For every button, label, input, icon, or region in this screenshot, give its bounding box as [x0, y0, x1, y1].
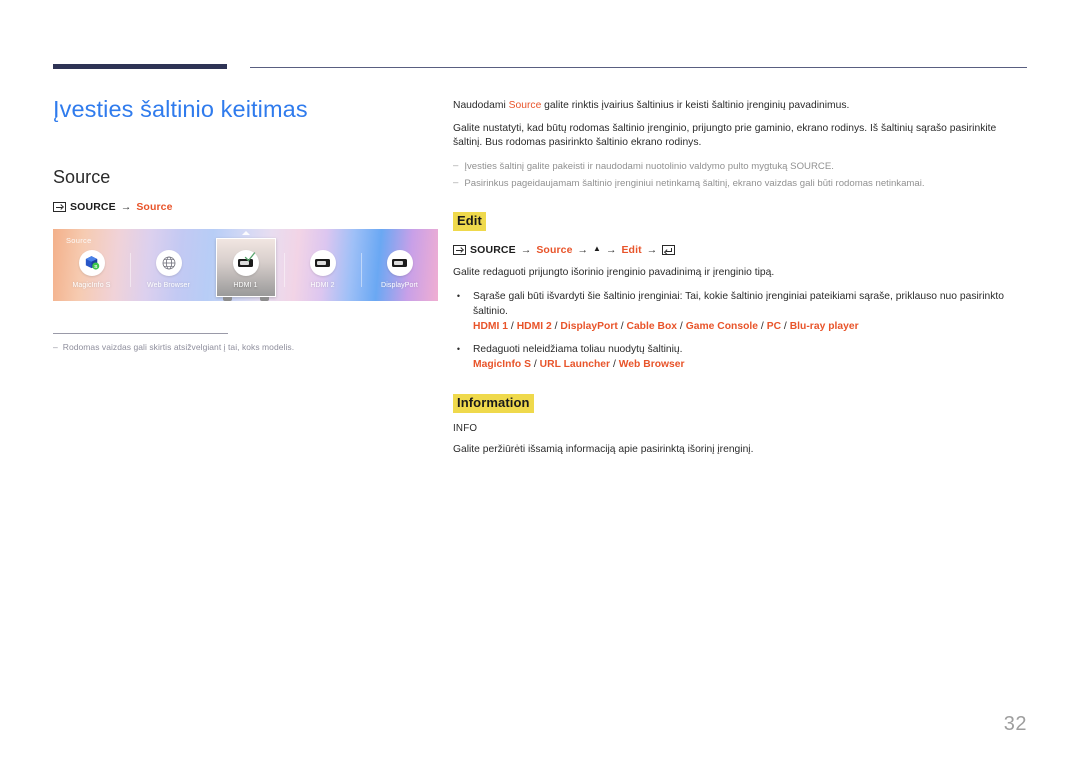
source-type: PC [766, 320, 782, 332]
header-rule-thick [53, 64, 227, 69]
footnote-text: Rodomas vaizdas gali skirtis atsižvelgia… [62, 341, 295, 352]
source-input-icon [453, 245, 466, 256]
information-body: Galite peržiūrėti išsamią informaciją ap… [453, 443, 754, 455]
source-type: MagicInfo S [473, 358, 531, 370]
tile-stand [216, 296, 276, 301]
magicinfo-icon: S [78, 249, 105, 276]
source-type: DisplayPort [560, 320, 618, 332]
left-column: Įvesties šaltinio keitimas Source SOURCE… [53, 96, 438, 352]
information-label: INFO [453, 422, 478, 434]
page-number: 32 [1003, 713, 1027, 735]
list-item: • Sąraše gali būti išvardyti šie šaltini… [453, 290, 1028, 335]
footnote: ‒ Rodomas vaizdas gali skirtis atsižvelg… [53, 342, 438, 352]
source-list-separator: / [781, 320, 790, 332]
intro-pre: Naudodami [453, 100, 509, 111]
enter-key-icon [662, 245, 676, 256]
intro-keyword: Source [508, 100, 542, 111]
source-type: Game Console [685, 320, 759, 332]
menu-path-edit: SOURCE → Source → ▲ → Edit → [453, 245, 1028, 256]
source-tile-magicinfo[interactable]: S MagicInfo S [53, 247, 130, 301]
screenshot-source-list: S MagicInfo S Web Browser HDMI 1 HDMI 2 … [53, 230, 438, 301]
source-list-separator: / [508, 320, 517, 332]
menu-path-value: Source [136, 201, 173, 214]
note-text: Įvesties šaltinį galite pakeisti ir naud… [464, 160, 834, 172]
arrow-icon: → [646, 243, 658, 256]
note-item: ‒ Įvesties šaltinį galite pakeisti ir na… [453, 160, 1028, 174]
intro-paragraph: Naudodami Source galite rinktis įvairius… [453, 99, 1028, 114]
footnote-dash: ‒ [53, 341, 58, 352]
edit-heading-wrap: Edit [453, 211, 1028, 231]
source-type: HDMI 2 [516, 320, 552, 332]
source-input-icon [53, 202, 66, 213]
menu-path-key: SOURCE [470, 243, 516, 256]
source-tile-label: MagicInfo S [72, 281, 111, 289]
source-type-list-0: HDMI 1 / HDMI 2 / DisplayPort / Cable Bo… [473, 321, 859, 332]
edit-bullet-list: • Sąraše gali būti išvardyti šie šaltini… [453, 290, 1028, 373]
information-heading-wrap: Information [453, 393, 1028, 413]
note-dash: ‒ [453, 177, 459, 189]
edit-lead-paragraph: Galite redaguoti prijungto išorinio įren… [453, 267, 775, 279]
menu-path-key: SOURCE [70, 201, 116, 214]
source-type: Cable Box [626, 320, 678, 332]
source-tile-hdmi2[interactable]: HDMI 2 [284, 247, 361, 301]
arrow-icon: → [605, 243, 617, 256]
source-tile-label: HDMI 2 [310, 281, 335, 289]
source-list-separator: / [531, 358, 540, 370]
source-type-list-1: MagicInfo S / URL Launcher / Web Browser [473, 359, 685, 370]
check-icon [244, 251, 256, 261]
hdmi-port-icon [386, 249, 413, 276]
list-item: • Redaguoti neleidžiama toliau nuodytų š… [453, 343, 1028, 373]
screenshot-label: Source [66, 235, 92, 245]
source-tile-displayport[interactable]: DisplayPort [361, 247, 438, 301]
intro-post: galite rinktis įvairius šaltinius ir kei… [541, 100, 850, 111]
arrow-icon: → [120, 201, 132, 214]
source-tile-hdmi1[interactable]: HDMI 1 [207, 230, 284, 301]
globe-icon [155, 249, 182, 276]
bullet-text: Sąraše gali būti išvardyti šie šaltinio … [473, 290, 1004, 317]
globe-glyph [162, 256, 175, 269]
hdmi-port-icon [309, 249, 336, 276]
menu-path-value-source: Source [536, 243, 573, 256]
caret-up-icon [241, 230, 250, 235]
footnote-divider [53, 332, 228, 334]
source-list-separator: / [758, 320, 767, 332]
tile-divider [130, 252, 131, 287]
description-paragraph: Galite nustatyti, kad būtų rodomas šalti… [453, 122, 997, 149]
source-type: URL Launcher [539, 358, 611, 370]
arrow-icon: → [520, 243, 532, 256]
menu-path-value-edit: Edit [621, 243, 642, 256]
source-tile-label: HDMI 1 [233, 281, 258, 289]
header-rule-thin [250, 67, 1027, 68]
source-tile-web-browser[interactable]: Web Browser [130, 247, 207, 301]
source-tile-label: Web Browser [147, 281, 190, 289]
right-column: Naudodami Source galite rinktis įvairius… [453, 99, 1028, 457]
source-tile-label: DisplayPort [381, 281, 418, 289]
section-title-source: Source [53, 167, 111, 188]
hdmi-port-glyph [392, 258, 407, 267]
arrow-icon: → [577, 243, 589, 256]
hdmi-port-glyph [315, 258, 330, 267]
bullet-marker: • [456, 343, 461, 354]
source-type: Web Browser [618, 358, 685, 370]
source-type: Blu-ray player [789, 320, 859, 332]
source-menu-screenshot: Source S MagicInfo S Web Browser HDMI 1 … [53, 228, 438, 301]
source-list-separator: / [610, 358, 619, 370]
information-heading: Information [453, 393, 534, 413]
note-item: ‒ Pasirinkus pageidaujamam šaltinio įren… [453, 177, 1028, 191]
source-list-separator: / [677, 320, 686, 332]
tile-divider [284, 252, 285, 287]
bullet-text: Redaguoti neleidžiama toliau nuodytų šal… [473, 343, 683, 355]
menu-path-source: SOURCE → Source [53, 202, 438, 213]
note-text: Pasirinkus pageidaujamam šaltinio įrengi… [464, 178, 925, 190]
up-arrow-icon: ▲ [593, 244, 601, 254]
note-dash: ‒ [453, 159, 459, 171]
edit-heading: Edit [453, 211, 486, 231]
tile-divider [361, 252, 362, 287]
magicinfo-glyph: S [85, 256, 100, 270]
source-type: HDMI 1 [473, 320, 509, 332]
bullet-marker: • [456, 290, 461, 301]
page-title: Įvesties šaltinio keitimas [53, 96, 308, 122]
